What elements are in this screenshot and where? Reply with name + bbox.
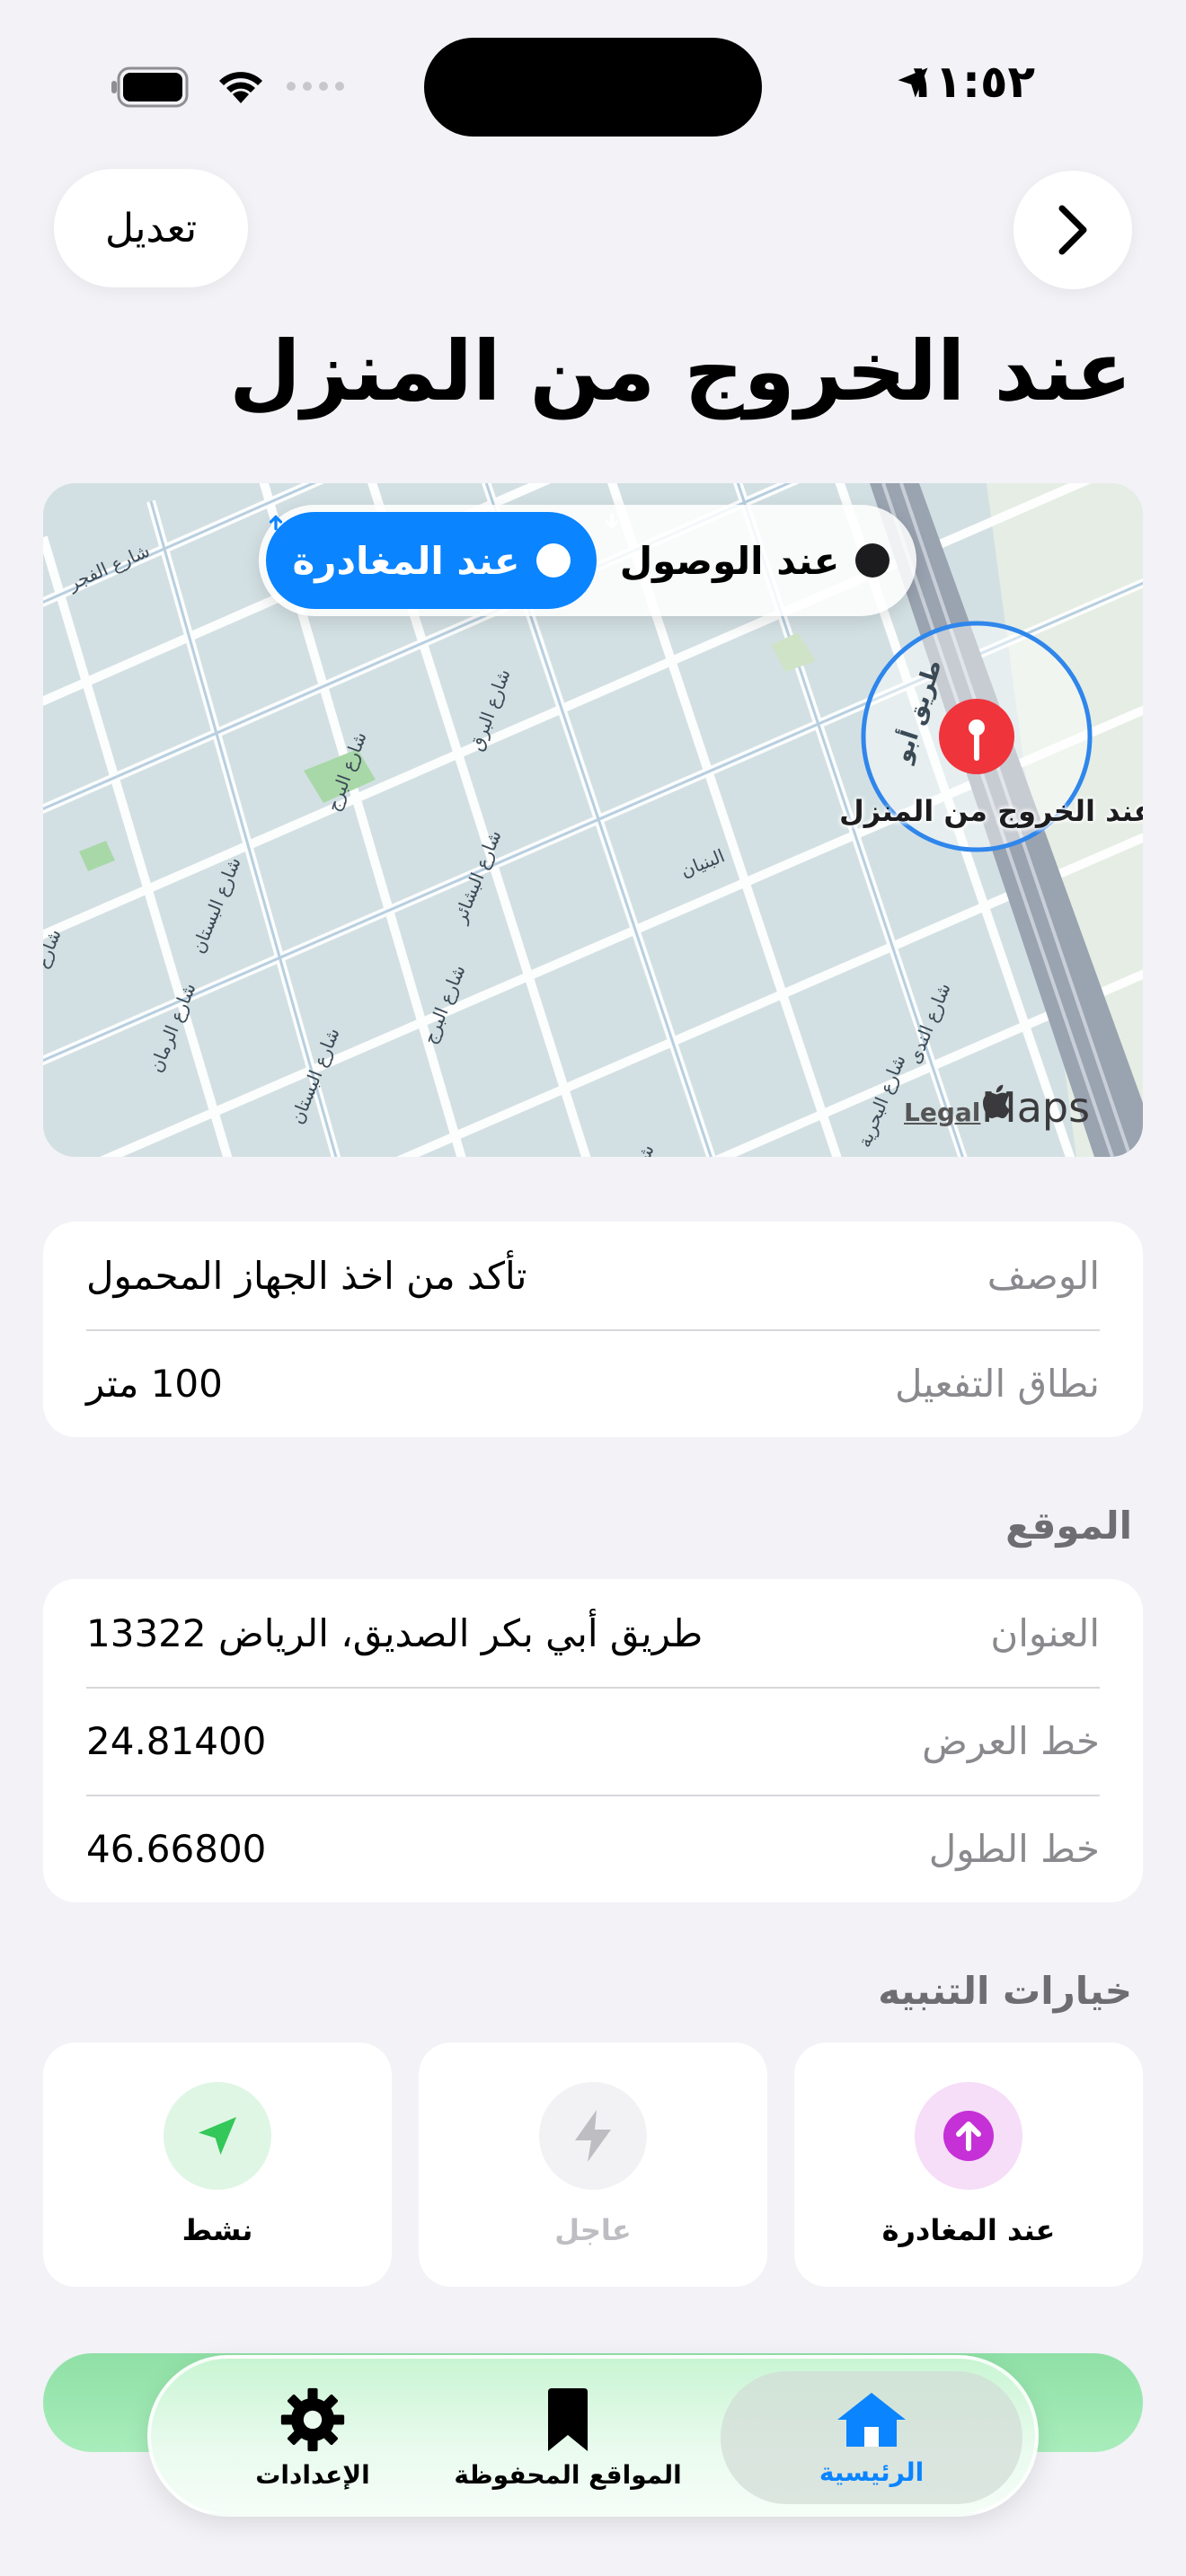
details-card: الوصف تأكد من اخذ الجهاز المحمول نطاق ال… bbox=[43, 1222, 1143, 1437]
apple-maps-logo: Maps bbox=[981, 1083, 1090, 1132]
segment-on-departure-label: عند المغادرة bbox=[292, 538, 520, 583]
longitude-value: 46.66800 bbox=[86, 1826, 267, 1871]
bolt-icon bbox=[539, 2082, 647, 2190]
tab-settings-label: الإعدادات bbox=[255, 2459, 370, 2490]
house-icon bbox=[837, 2392, 906, 2447]
description-row[interactable]: الوصف تأكد من اخذ الجهاز المحمول bbox=[43, 1222, 1143, 1329]
option-active-tile[interactable]: نشط bbox=[43, 2042, 392, 2287]
latitude-value: 24.81400 bbox=[86, 1718, 267, 1763]
activation-range-value: 100 متر bbox=[86, 1361, 223, 1406]
option-active-label: نشط bbox=[181, 2213, 253, 2247]
map-pin-label: عند الخروج من المنزل bbox=[839, 794, 1143, 828]
arrow-up-circle-icon bbox=[915, 2082, 1022, 2190]
wifi-icon bbox=[219, 72, 262, 103]
apple-logo-icon bbox=[983, 1084, 1010, 1119]
option-urgent-tile[interactable]: عاجل bbox=[419, 2042, 767, 2287]
tab-home-label: الرئيسية bbox=[819, 2457, 925, 2487]
activation-range-row[interactable]: نطاق التفعيل 100 متر bbox=[43, 1329, 1143, 1437]
gear-icon bbox=[280, 2387, 345, 2451]
activation-range-label: نطاق التفعيل bbox=[894, 1361, 1100, 1406]
address-row[interactable]: العنوان طريق أبي بكر الصديق، الرياض 1332… bbox=[43, 1579, 1143, 1687]
map-legal-link[interactable]: Legal bbox=[904, 1098, 980, 1127]
latitude-label: خط العرض bbox=[922, 1718, 1100, 1763]
option-on-departure-tile[interactable]: عند المغادرة bbox=[794, 2042, 1143, 2287]
tab-home[interactable]: الرئيسية bbox=[721, 2371, 1022, 2504]
battery-icon bbox=[111, 66, 189, 108]
segment-on-arrival[interactable]: عند الوصول bbox=[602, 512, 907, 609]
page-title: عند الخروج من المنزل bbox=[229, 323, 1133, 419]
longitude-row[interactable]: خط الطول 46.66800 bbox=[43, 1795, 1143, 1902]
option-urgent-label: عاجل bbox=[554, 2213, 632, 2247]
tab-saved-locations[interactable]: المواقع المحفوظة bbox=[451, 2371, 685, 2504]
signal-dots-icon bbox=[287, 82, 344, 91]
segment-on-arrival-label: عند الوصول bbox=[619, 538, 840, 583]
edit-button[interactable]: تعديل bbox=[54, 169, 248, 287]
address-value: طريق أبي بكر الصديق، الرياض 13322 bbox=[86, 1610, 704, 1655]
bookmark-icon bbox=[548, 2387, 588, 2451]
location-arrow-icon bbox=[164, 2082, 271, 2190]
description-value: تأكد من اخذ الجهاز المحمول bbox=[86, 1253, 527, 1298]
tab-settings[interactable]: الإعدادات bbox=[205, 2371, 420, 2504]
trigger-segmented-control: عند الوصول عند المغادرة bbox=[259, 505, 916, 616]
description-label: الوصف bbox=[987, 1253, 1100, 1298]
location-card: العنوان طريق أبي بكر الصديق، الرياض 1332… bbox=[43, 1579, 1143, 1902]
alert-options-header: خيارات التنبيه bbox=[878, 1969, 1132, 2013]
tab-saved-locations-label: المواقع المحفوظة bbox=[454, 2459, 682, 2490]
back-button[interactable] bbox=[1013, 171, 1132, 289]
arrow-up-circle-icon bbox=[269, 515, 571, 578]
latitude-row[interactable]: خط العرض 24.81400 bbox=[43, 1687, 1143, 1795]
location-section-header: الموقع bbox=[1005, 1504, 1132, 1548]
longitude-label: خط الطول bbox=[928, 1826, 1100, 1871]
segment-on-departure[interactable]: عند المغادرة bbox=[266, 512, 597, 609]
map-view[interactable]: شارع الفجر شارع البرق شارع البرج شارع ال… bbox=[43, 483, 1143, 1157]
location-services-icon bbox=[898, 67, 928, 98]
option-on-departure-label: عند المغادرة bbox=[881, 2213, 1056, 2247]
dynamic-island bbox=[424, 38, 762, 137]
address-label: العنوان bbox=[990, 1610, 1100, 1655]
chevron-right-icon bbox=[1058, 205, 1087, 255]
arrow-down-circle-icon bbox=[605, 513, 890, 578]
tab-bar: الرئيسية المواقع المحفوظة الإعدادات bbox=[147, 2355, 1039, 2517]
